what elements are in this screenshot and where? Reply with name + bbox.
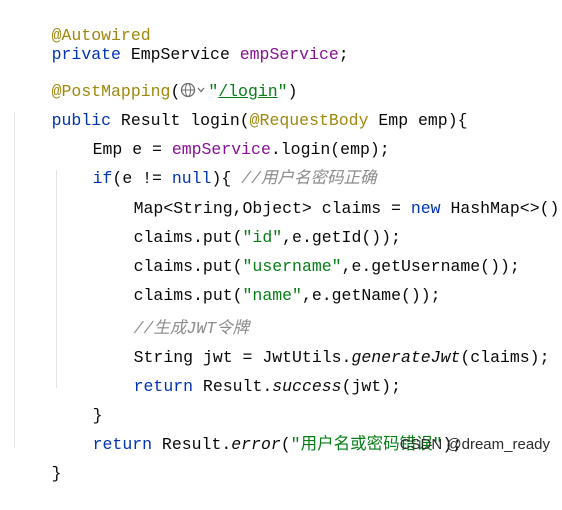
code-line-4: public Result login(@RequestBody Emp emp… xyxy=(12,85,468,130)
indent-guide xyxy=(14,112,15,448)
code-text: (claims); xyxy=(460,348,550,367)
static-method: error xyxy=(231,435,281,454)
code-line-6: if(e != null){ //用户名密码正确 xyxy=(53,143,377,188)
code-line-14: } xyxy=(53,380,103,425)
return-keyword: return xyxy=(133,377,194,396)
paren: ( xyxy=(280,435,291,454)
code-line-3: @PostMapping("/login") xyxy=(12,56,298,101)
new-keyword: new xyxy=(410,199,441,218)
code-text: Result. xyxy=(152,435,232,454)
static-method: success xyxy=(272,377,342,396)
code-line-12: String jwt = JwtUtils.generateJwt(claims… xyxy=(94,322,550,367)
code-text: ,e.getName()); xyxy=(301,286,441,305)
code-line-8: claims.put("id",e.getId()); xyxy=(94,202,401,247)
code-line-13: return Result.success(jwt); xyxy=(94,351,401,396)
code-line-16: } xyxy=(12,438,62,483)
code-text: Result. xyxy=(193,377,273,396)
code-line-5: Emp e = empService.login(emp); xyxy=(53,114,390,159)
semicolon: ; xyxy=(338,45,349,64)
code-line-9: claims.put("username",e.getUsername()); xyxy=(94,231,520,276)
string-literal: "name" xyxy=(242,286,302,305)
csdn-watermark: CSDN @dream_ready xyxy=(399,436,550,453)
code-line-10: claims.put("name",e.getName()); xyxy=(94,260,441,305)
code-line-15: return Result.error("用户名或密码错误"); xyxy=(53,409,463,454)
closing-brace: } xyxy=(51,464,62,483)
code-text: (jwt); xyxy=(341,377,401,396)
code-text: HashMap<>(); xyxy=(440,199,562,218)
return-keyword: return xyxy=(92,435,153,454)
code-line-11: //生成JWT令牌 xyxy=(94,293,250,338)
code-editor[interactable]: @Autowired private EmpService empService… xyxy=(0,0,562,483)
code-line-7: Map<String,Object> claims = new HashMap<… xyxy=(94,173,562,218)
code-line-2: private EmpService empService; xyxy=(12,19,349,64)
